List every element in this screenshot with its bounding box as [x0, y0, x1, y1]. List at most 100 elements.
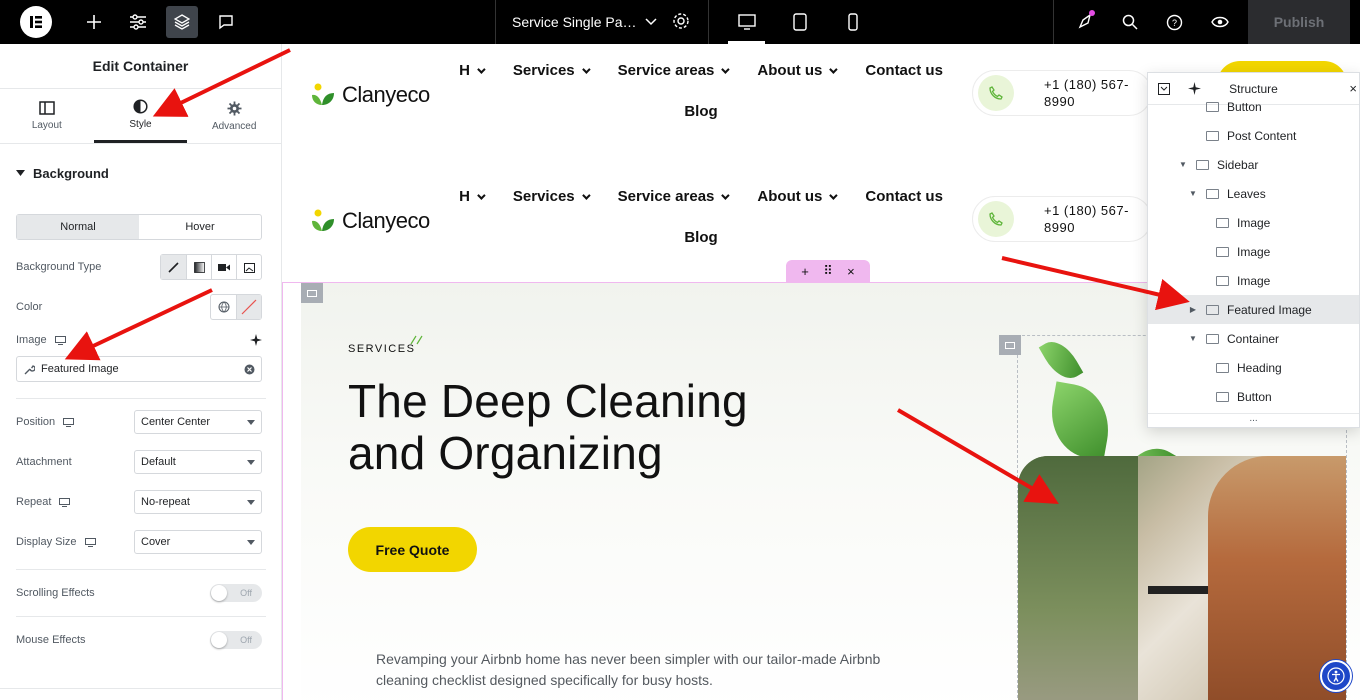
- help-button[interactable]: ?: [1152, 0, 1197, 44]
- site-settings-button[interactable]: [116, 0, 160, 44]
- container-icon: [1206, 333, 1219, 344]
- desktop-mode-button[interactable]: [720, 0, 773, 44]
- nav-item-blog[interactable]: Blog: [684, 229, 717, 246]
- hero-heading[interactable]: The Deep Cleaning and Organizing: [348, 375, 808, 479]
- structure-item[interactable]: ▼ Sidebar: [1148, 150, 1359, 179]
- phone-button[interactable]: +1 (180) 567- 8990: [972, 196, 1152, 242]
- container-badge[interactable]: [999, 335, 1021, 355]
- structure-resize-handle[interactable]: ...: [1148, 413, 1359, 427]
- elementor-logo-button[interactable]: [0, 0, 72, 44]
- search-button[interactable]: [1107, 0, 1152, 44]
- switch-knob: [211, 632, 227, 648]
- color-control: Color: [0, 294, 282, 320]
- right-toolbar: ?: [1053, 0, 1242, 44]
- chevron-down-icon: [581, 64, 591, 74]
- publish-button[interactable]: Publish: [1248, 0, 1350, 44]
- image-control: Image: [0, 332, 282, 348]
- caret-down-icon[interactable]: ▼: [1188, 189, 1198, 198]
- structure-item[interactable]: Post Content: [1148, 121, 1359, 150]
- layout-icon: [39, 101, 55, 115]
- whats-new-button[interactable]: [1062, 0, 1107, 44]
- scrolling-effects-switch[interactable]: Off: [210, 584, 262, 602]
- nav-service-areas-label: Service areas: [617, 188, 715, 205]
- chevron-down-icon: [829, 64, 839, 74]
- nav-item-service-areas[interactable]: Service areas: [618, 62, 731, 79]
- classic-background-option[interactable]: [161, 255, 186, 279]
- svg-text:?: ?: [1172, 18, 1177, 28]
- leaf-decoration: [1038, 334, 1084, 386]
- delete-section-icon[interactable]: ×: [847, 264, 855, 279]
- editor-panel: Edit Container Layout Style Advanced Bac…: [0, 44, 282, 700]
- nav-item-services[interactable]: Services: [513, 188, 591, 205]
- tablet-mode-button[interactable]: [773, 0, 826, 44]
- attachment-select[interactable]: Default: [134, 450, 262, 474]
- accessibility-button[interactable]: [1320, 660, 1352, 692]
- structure-item[interactable]: Button: [1148, 382, 1359, 411]
- tab-layout[interactable]: Layout: [0, 89, 94, 143]
- add-section-icon[interactable]: +: [801, 264, 809, 279]
- hero-description[interactable]: Revamping your Airbnb home has never bee…: [376, 649, 896, 691]
- structure-item[interactable]: ▼ Leaves: [1148, 179, 1359, 208]
- caret-down-icon[interactable]: ▼: [1188, 334, 1198, 343]
- structure-item[interactable]: Image: [1148, 208, 1359, 237]
- free-quote-button[interactable]: Free Quote: [348, 527, 477, 572]
- structure-item[interactable]: ▶ Featured Image: [1148, 295, 1359, 324]
- tab-style[interactable]: Style: [93, 89, 188, 143]
- nav-item-blog[interactable]: Blog: [684, 103, 717, 120]
- section-handle: + ⠿ ×: [786, 260, 870, 282]
- dynamic-image-field[interactable]: Featured Image: [16, 356, 262, 382]
- hover-state-tab[interactable]: Hover: [139, 215, 261, 239]
- add-element-button[interactable]: [72, 0, 116, 44]
- structure-item[interactable]: Button: [1148, 92, 1359, 121]
- nav-item-service-areas[interactable]: Service areas: [617, 188, 731, 205]
- container-badge[interactable]: [301, 283, 323, 303]
- caret-down-icon[interactable]: ▼: [1178, 160, 1188, 169]
- structure-button[interactable]: [166, 6, 198, 38]
- panel-divider: [0, 688, 282, 689]
- tab-advanced[interactable]: Advanced: [187, 89, 281, 143]
- color-picker-swatch[interactable]: [236, 295, 261, 319]
- notes-button[interactable]: [204, 0, 248, 44]
- nav-item-home[interactable]: H: [459, 62, 486, 79]
- site-logo[interactable]: Clanyeco: [310, 208, 430, 234]
- structure-item[interactable]: ▼ Container: [1148, 324, 1359, 353]
- color-label: Color: [16, 301, 43, 313]
- page-settings-gear-icon[interactable]: [672, 12, 690, 30]
- elementor-logo-icon: [20, 6, 52, 38]
- structure-item[interactable]: Image: [1148, 237, 1359, 266]
- drag-handle-icon[interactable]: ⠿: [823, 263, 833, 279]
- photo-plants: [1018, 456, 1138, 700]
- nav-item-about[interactable]: About us: [757, 188, 839, 205]
- nav-item-about[interactable]: About us: [757, 62, 839, 79]
- position-select[interactable]: Center Center: [134, 410, 262, 434]
- nav-item-home[interactable]: H: [459, 188, 486, 205]
- responsive-desktop-icon[interactable]: [54, 335, 66, 345]
- background-section-toggle[interactable]: Background: [0, 166, 281, 181]
- nav-item-contact[interactable]: Contact us: [865, 188, 943, 205]
- document-title-dropdown[interactable]: Service Single Pa…: [495, 0, 709, 44]
- repeat-select[interactable]: No-repeat: [134, 490, 262, 514]
- structure-item[interactable]: Image: [1148, 266, 1359, 295]
- structure-panel: Structure × Button Post Content ▼ Sidebar ▼ L…: [1147, 72, 1360, 428]
- display-size-select[interactable]: Cover: [134, 530, 262, 554]
- ai-sparkle-icon[interactable]: [250, 334, 262, 346]
- structure-item-label: Post Content: [1227, 128, 1297, 143]
- slideshow-background-option[interactable]: [236, 255, 261, 279]
- video-background-option[interactable]: [211, 255, 236, 279]
- preview-button[interactable]: [1197, 0, 1242, 44]
- caret-right-icon[interactable]: ▶: [1188, 305, 1198, 314]
- gradient-background-option[interactable]: [186, 255, 211, 279]
- mobile-mode-button[interactable]: [826, 0, 879, 44]
- nav-about-label: About us: [757, 188, 823, 205]
- structure-item[interactable]: Heading: [1148, 353, 1359, 382]
- phone-number-line1: +1 (180) 567-: [1044, 77, 1129, 92]
- mouse-effects-switch[interactable]: Off: [210, 631, 262, 649]
- normal-state-tab[interactable]: Normal: [17, 215, 139, 239]
- global-colors-button[interactable]: [211, 295, 236, 319]
- clear-dynamic-icon[interactable]: [244, 364, 255, 375]
- accessibility-icon: [1327, 667, 1345, 685]
- phone-button[interactable]: +1 (180) 567- 8990: [972, 70, 1152, 116]
- nav-item-services[interactable]: Services: [513, 62, 591, 79]
- site-logo[interactable]: Clanyeco: [310, 82, 430, 108]
- nav-item-contact[interactable]: Contact us: [865, 62, 943, 79]
